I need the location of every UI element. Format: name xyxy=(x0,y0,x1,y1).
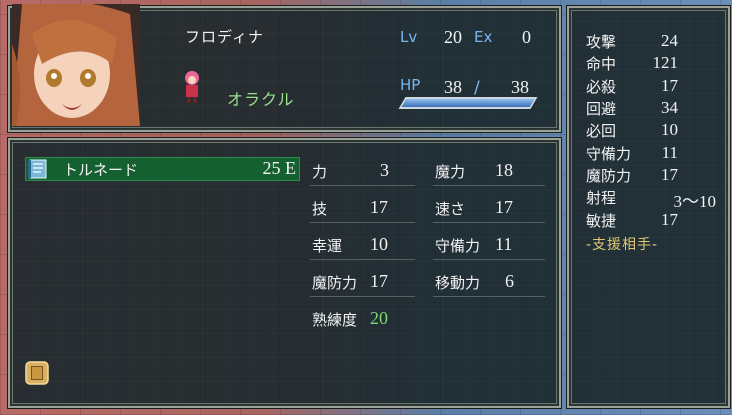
stat-skl: 技 17 xyxy=(310,194,415,223)
level-value: 20 xyxy=(444,27,462,47)
hp-bar xyxy=(398,97,538,109)
stat-value: 6 xyxy=(505,271,514,291)
combat-label-attack: 攻撃 xyxy=(586,33,617,51)
item-uses-group: 25 E xyxy=(263,158,297,179)
unit-portrait xyxy=(12,4,140,126)
unit-map-sprite xyxy=(180,70,204,104)
hp-current: 38 xyxy=(444,77,462,97)
stat-value: 17 xyxy=(495,197,513,217)
stat-label: 魔防力 xyxy=(312,274,358,292)
unit-name: フロディナ xyxy=(185,28,264,46)
hp-max: 38 xyxy=(511,77,529,97)
combat-value-res: 17 xyxy=(661,165,678,184)
support-partner-label: -支援相手- xyxy=(586,237,659,253)
stat-label: 魔力 xyxy=(435,163,466,181)
hp-label: HP xyxy=(400,76,421,94)
combat-value-avoid: 34 xyxy=(661,98,678,117)
stat-mov: 移動力 6 xyxy=(433,268,545,297)
combat-label-crit: 必殺 xyxy=(586,78,617,96)
level-label: Lv xyxy=(400,28,418,46)
combat-label-range: 射程 xyxy=(586,189,617,207)
hp-separator: / xyxy=(474,78,480,98)
combat-label-def: 守備力 xyxy=(586,145,632,163)
stat-label: 熟練度 xyxy=(312,311,358,329)
unit-class: オラクル xyxy=(227,90,295,109)
stat-lck: 幸運 10 xyxy=(310,231,415,260)
combat-label-hit: 命中 xyxy=(586,55,617,73)
stat-value: 17 xyxy=(370,271,388,291)
combat-value-dodge: 10 xyxy=(661,120,678,139)
stat-label: 速さ xyxy=(435,200,466,218)
combat-value-crit: 17 xyxy=(661,76,678,95)
combat-label-agility: 敏捷 xyxy=(586,212,617,230)
combat-label-dodge: 必回 xyxy=(586,122,617,140)
exp-label: Ex xyxy=(474,28,493,46)
stat-mag: 魔力 18 xyxy=(433,157,545,186)
stat-def: 守備力 11 xyxy=(433,231,545,260)
stat-value: 11 xyxy=(495,234,513,254)
stat-spd: 速さ 17 xyxy=(433,194,545,223)
stat-label: 移動力 xyxy=(435,274,481,292)
combat-value-hit: 121 xyxy=(652,53,679,72)
combat-value-range: 3〜10 xyxy=(673,192,717,211)
item-name: トルネード xyxy=(63,161,139,179)
tome-icon xyxy=(27,158,51,184)
stat-label: 力 xyxy=(312,163,328,181)
combat-label-avoid: 回避 xyxy=(586,100,617,118)
stat-value: 17 xyxy=(370,197,388,217)
book-icon[interactable] xyxy=(25,361,49,385)
item-uses: 25 xyxy=(262,158,281,178)
stat-res: 魔防力 17 xyxy=(310,268,415,297)
stat-value: 10 xyxy=(370,234,388,254)
stat-proficiency: 熟練度 20 xyxy=(310,305,415,333)
stat-value: 18 xyxy=(495,160,513,180)
combat-label-res: 魔防力 xyxy=(586,167,632,185)
hp-bar-fill xyxy=(401,99,535,107)
stat-value: 20 xyxy=(370,308,388,328)
stat-str: 力 3 xyxy=(310,157,415,186)
item-row-selected[interactable]: トルネード 25 E xyxy=(25,157,300,181)
stat-label: 守備力 xyxy=(435,237,481,255)
item-rank: E xyxy=(285,158,296,178)
combat-value-attack: 24 xyxy=(661,31,678,50)
stat-value: 3 xyxy=(380,160,389,180)
stat-label: 技 xyxy=(312,200,328,218)
stat-label: 幸運 xyxy=(312,237,343,255)
combat-value-agility: 17 xyxy=(661,210,678,229)
exp-value: 0 xyxy=(522,27,531,47)
combat-value-def: 11 xyxy=(661,143,678,162)
